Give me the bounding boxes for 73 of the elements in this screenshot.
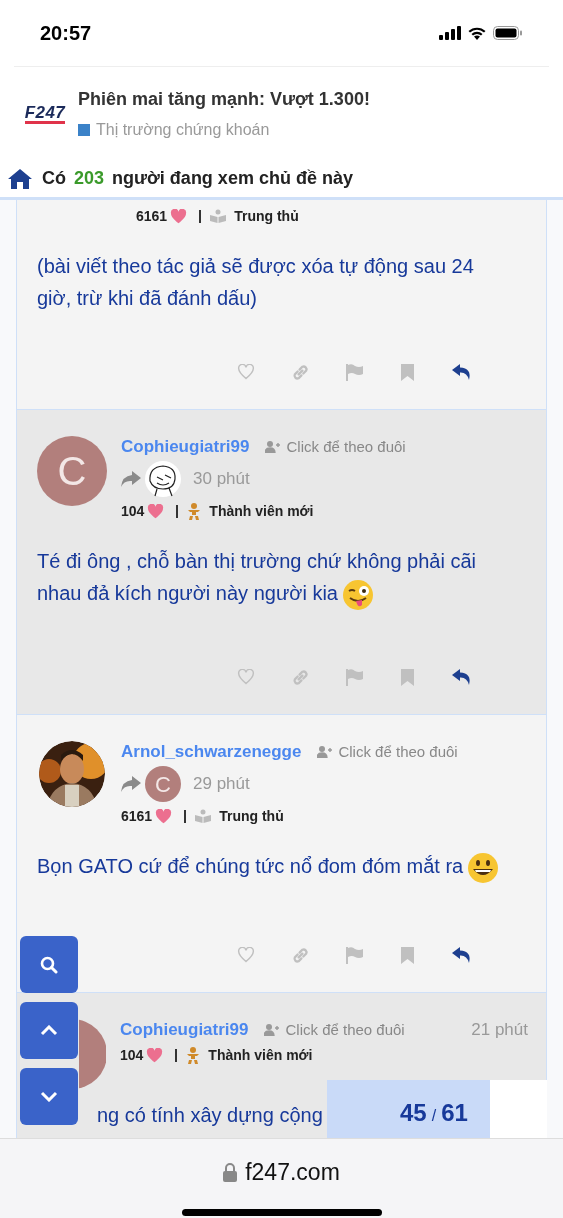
heart-outline-icon[interactable] [237,364,255,380]
site-logo[interactable]: F247 [24,103,66,124]
lock-icon [223,1162,238,1182]
signal-icon [439,26,461,40]
home-icon[interactable] [8,168,32,189]
book-icon [195,809,212,823]
baby-icon [187,502,202,520]
link-icon[interactable] [291,945,310,965]
reply-arrow-icon [121,776,141,792]
rank-label: Thành viên mới [208,1045,313,1065]
author-name[interactable]: Cophieugiatri99 [121,434,250,460]
like-count: 6161 [136,206,168,226]
chevron-down-icon [40,1091,58,1102]
like-count: 104 [121,501,145,521]
heart-outline-icon[interactable] [237,947,255,963]
rank-label: Thành viên mới [209,501,314,521]
heart-outline-icon[interactable] [237,669,255,685]
post-position: 45 / 61 [400,1098,468,1128]
post-text: Té đi ông , chỗ bàn thị trường chứ không phải cãi nhau đả kích người này người kia [17,545,546,611]
scroll-down-button[interactable] [20,1068,78,1125]
reply-icon[interactable] [452,364,472,380]
bookmark-icon[interactable] [401,946,414,964]
scroll-up-button[interactable] [20,1002,78,1059]
reply-arrow-icon [121,471,141,487]
post-progress-bar[interactable]: 45 / 61 [327,1080,547,1138]
search-button[interactable] [20,936,78,993]
user-avatar[interactable]: C [145,766,181,802]
follow-link[interactable]: Click để theo đuôi [286,435,406,459]
reply-icon[interactable] [452,947,472,963]
winking-face-icon [341,578,374,611]
add-user-icon [317,746,333,758]
category-link[interactable]: Thị trường chứng khoán [96,117,270,142]
reply-icon[interactable] [452,669,472,685]
clock-time: 20:57 [40,21,92,46]
rank-label: Trung thủ [234,206,299,226]
post-text: (bài viết theo tác giả sẽ được xóa tự động sau 24 giờ, trừ khi đã đánh dấu) [36,254,475,311]
grinning-face-icon [467,851,500,884]
address-bar[interactable]: f247.com [245,1155,340,1190]
rank-label: Trung thủ [219,806,284,826]
like-count: 6161 [121,806,153,826]
heart-icon [147,503,165,519]
book-icon [210,209,227,223]
post-text: ng có tính xây dựng cộng [97,1103,323,1128]
avatar-drawing[interactable] [145,461,181,497]
author-name[interactable]: Cophieugiatri99 [120,1017,249,1043]
like-count: 104 [120,1045,144,1065]
link-icon[interactable] [291,667,310,687]
link-icon[interactable] [291,362,310,382]
viewer-count-text: Có 203 người đang xem chủ đề này [42,167,353,190]
wifi-icon [467,26,487,40]
flag-icon[interactable] [346,668,363,686]
post-time: 21 phút [471,1019,528,1042]
battery-icon [493,26,523,40]
author-name[interactable]: Arnol_schwarzenegge [121,739,302,765]
flag-icon[interactable] [346,363,363,381]
baby-icon [186,1046,201,1064]
search-icon [40,955,58,974]
chevron-up-icon [40,1025,58,1036]
add-user-icon [265,441,281,453]
post-time: 30 phút [193,468,250,491]
add-user-icon [264,1024,280,1036]
user-avatar[interactable]: C [37,436,107,506]
heart-icon [146,1047,164,1063]
heart-icon [170,208,188,224]
bookmark-icon[interactable] [401,363,414,381]
follow-link[interactable]: Click để theo đuôi [338,740,458,764]
flag-icon[interactable] [346,946,363,964]
post-time: 29 phút [193,773,250,796]
heart-icon [155,808,173,824]
post-text: Bọn GATO cứ để chúng tức nổ đom đóm mắt ra [17,850,546,884]
follow-link[interactable]: Click để theo đuôi [285,1018,405,1042]
topic-title: Phiên mai tăng mạnh: Vượt 1.300! [78,87,370,111]
bookmark-icon[interactable] [401,668,414,686]
